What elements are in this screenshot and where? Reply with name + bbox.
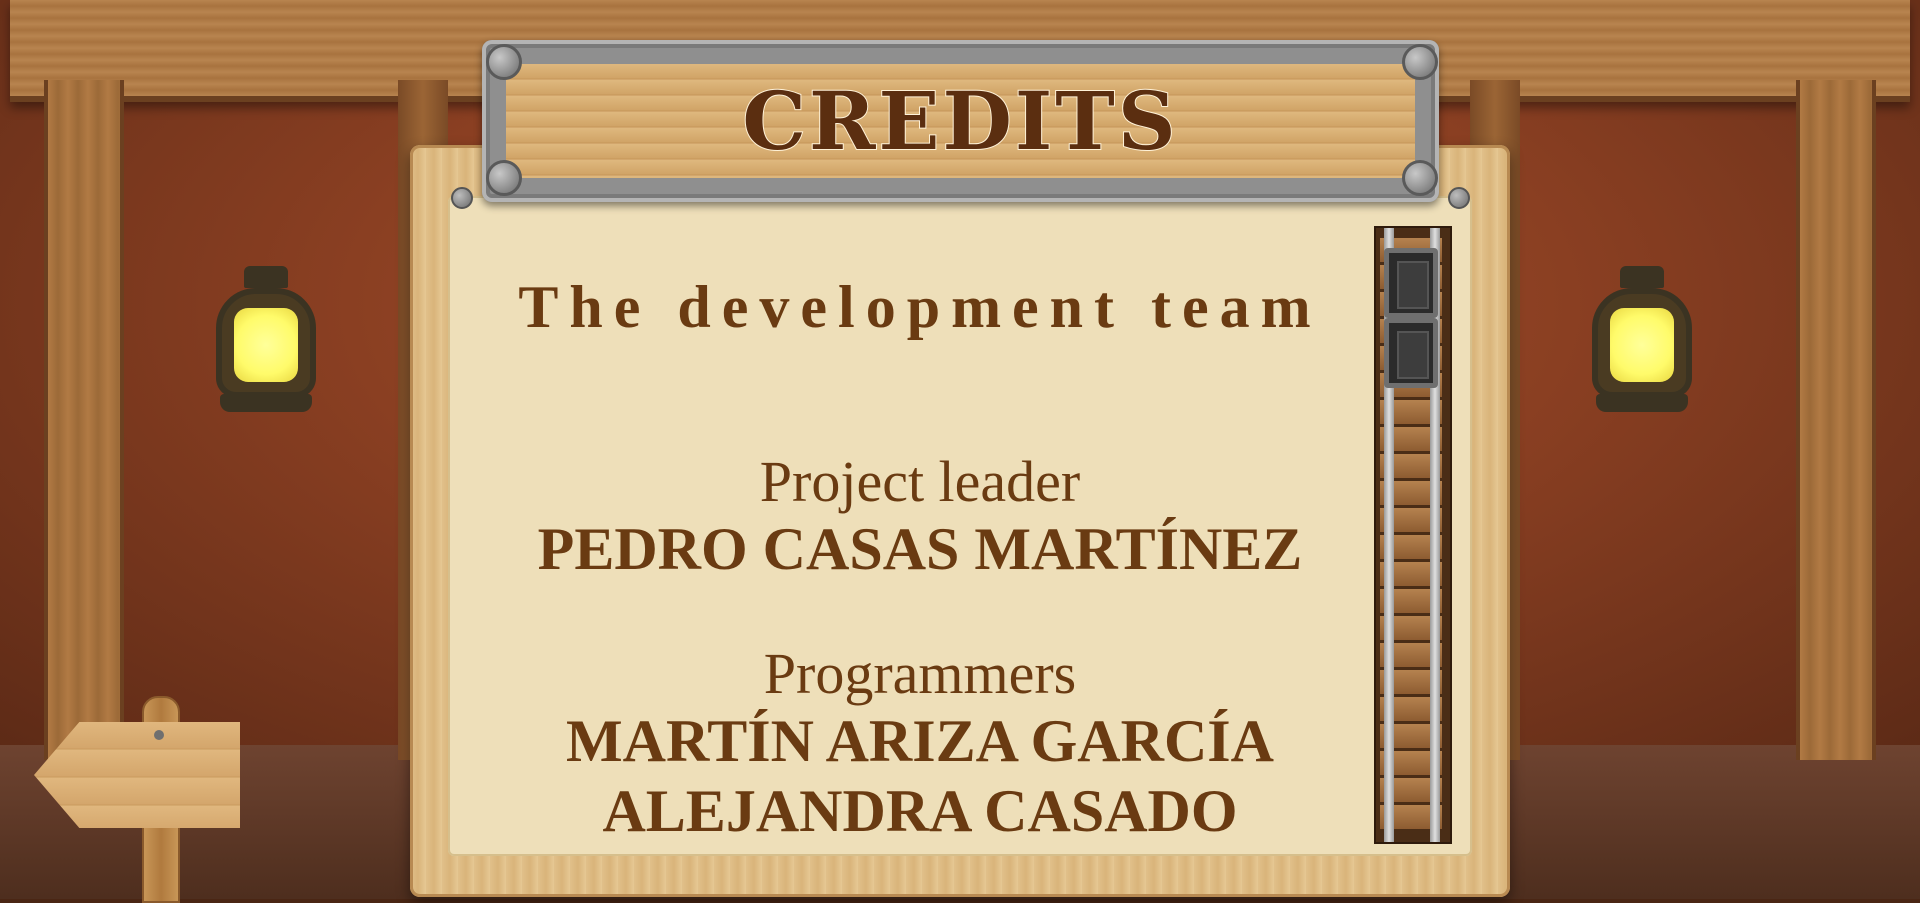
role-programmers: Programmers: [763, 641, 1077, 706]
name-programmer-2: ALEJANDRA CASADO CEBALLOS: [602, 778, 1238, 840]
left-lantern-icon: [206, 266, 326, 418]
role-project-leader: Project leader: [759, 449, 1081, 514]
right-lantern-icon: [1582, 266, 1702, 418]
credits-scroll-area[interactable]: The development team Project leader PEDR…: [470, 220, 1370, 840]
right-wooden-post: [1796, 80, 1876, 760]
bolt-icon: [451, 187, 473, 209]
credits-content: The development team Project leader PEDR…: [470, 270, 1370, 840]
mine-cart-scroll-thumb[interactable]: [1384, 230, 1438, 390]
nail-icon: [154, 730, 164, 740]
team-heading: The development team: [518, 274, 1322, 340]
credits-title: CREDITS: [741, 73, 1179, 169]
name-project-leader: PEDRO CASAS MARTÍNEZ: [537, 516, 1303, 582]
bolt-icon: [1448, 187, 1470, 209]
left-wooden-post: [44, 80, 124, 760]
name-programmer-1: MARTÍN ARIZA GARCÍA: [566, 708, 1274, 774]
mine-cart-icon: [1384, 318, 1438, 388]
mine-cart-icon: [1384, 248, 1438, 318]
